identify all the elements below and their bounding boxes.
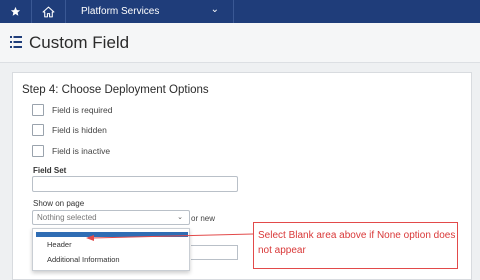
annotation-callout: Select Blank area above if None option d… <box>253 222 458 269</box>
annotation-text: Select Blank area above if None option d… <box>258 230 456 256</box>
